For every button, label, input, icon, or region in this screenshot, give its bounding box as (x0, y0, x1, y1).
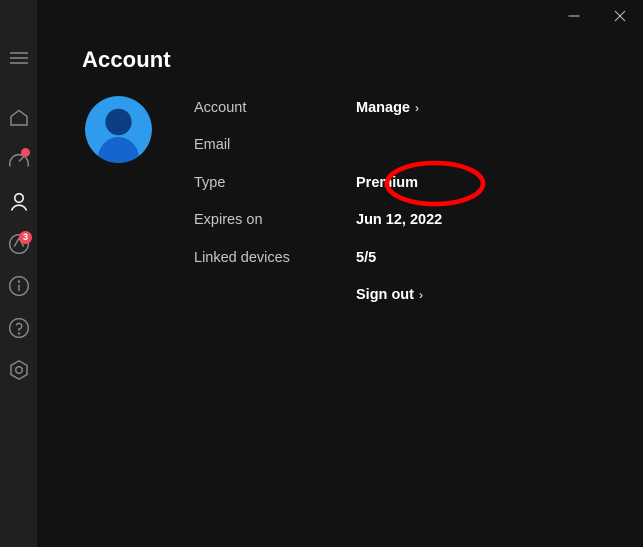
sidebar-item-performance[interactable] (0, 140, 37, 180)
main-content: Account Account Manage › Email Type Prem… (37, 0, 643, 547)
expires-on-value: Jun 12, 2022 (356, 212, 443, 229)
update-count-badge: 3 (19, 231, 32, 244)
account-details-list: Account Manage › Email Type Premium Expi… (194, 98, 534, 322)
settings-hexagon-icon (7, 358, 31, 382)
sidebar-item-home[interactable] (0, 98, 37, 138)
app-window: 3 Account Account Manage › Email Type Pr… (0, 0, 643, 547)
sidebar-item-menu[interactable] (0, 38, 37, 78)
type-row: Type Premium (194, 173, 534, 210)
page-title: Account (82, 47, 171, 72)
row-label: Email (194, 137, 231, 154)
home-icon (8, 108, 30, 128)
linked-devices-value: 5/5 (356, 249, 377, 266)
row-label: Linked devices (194, 249, 290, 266)
email-row: Email (194, 135, 534, 172)
row-label: Expires on (194, 212, 263, 229)
sidebar-item-updates[interactable]: 3 (0, 224, 37, 264)
sign-out-row: Sign out › (194, 285, 534, 322)
sign-out-link[interactable]: Sign out › (356, 287, 423, 303)
sidebar-item-help[interactable] (0, 308, 37, 348)
manage-link-label: Manage (356, 100, 410, 116)
expires-on-row: Expires on Jun 12, 2022 (194, 210, 534, 247)
row-label: Type (194, 174, 226, 191)
user-avatar (85, 96, 152, 163)
sign-out-link-label: Sign out (356, 286, 414, 303)
help-icon (7, 316, 31, 340)
sidebar: 3 (0, 0, 37, 547)
linked-devices-row: Linked devices 5/5 (194, 248, 534, 285)
sidebar-item-information[interactable] (0, 266, 37, 306)
type-value: Premium (356, 174, 419, 191)
hamburger-menu-icon (8, 50, 30, 66)
sidebar-item-settings[interactable] (0, 350, 37, 390)
info-icon (7, 274, 31, 298)
account-row: Account Manage › (194, 98, 534, 135)
notification-dot-badge (21, 148, 30, 157)
chevron-right-icon: › (415, 101, 419, 115)
chevron-right-icon: › (419, 287, 423, 302)
sidebar-item-account[interactable] (0, 182, 37, 222)
person-icon (8, 191, 30, 213)
row-label: Account (194, 100, 247, 116)
manage-link[interactable]: Manage › (356, 100, 419, 116)
